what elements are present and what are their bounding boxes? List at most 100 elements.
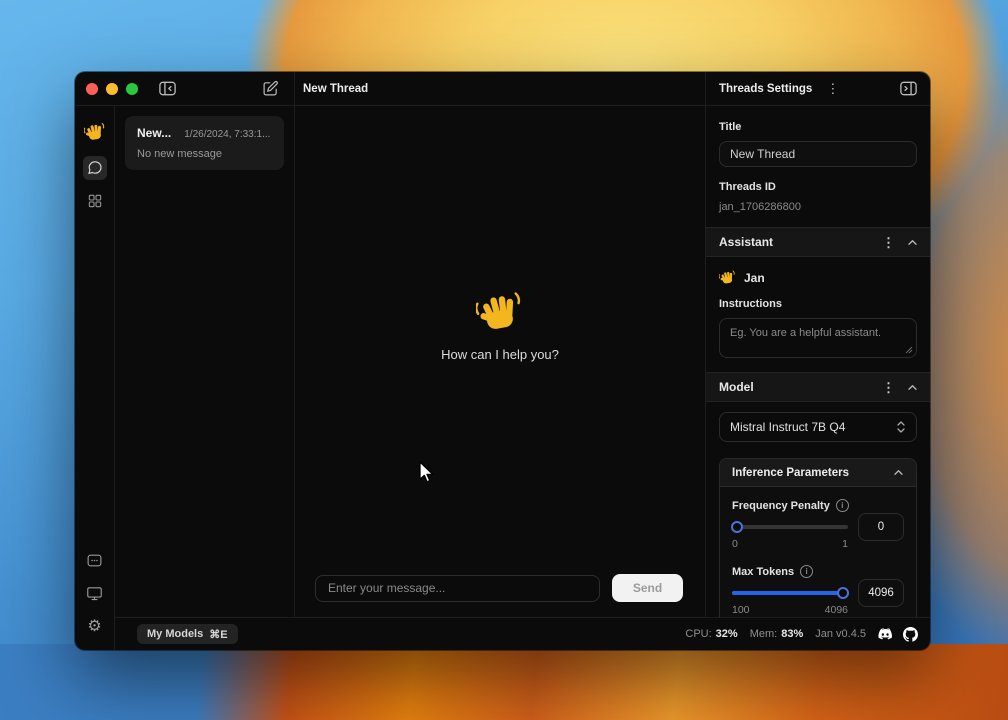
assistant-wave-icon — [719, 269, 736, 286]
collapse-right-panel-button[interactable] — [899, 79, 918, 98]
my-models-label: My Models — [147, 628, 203, 640]
content-row: New... 1/26/2024, 7:33:1... No new messa… — [115, 106, 930, 617]
jan-app-window: New Thread Threads Settings ⋮ — [75, 72, 930, 650]
apps-grid-icon — [87, 193, 103, 209]
cpu-value: 32% — [716, 628, 738, 640]
inference-parameters-header[interactable]: Inference Parameters — [720, 459, 916, 487]
message-dots-icon — [86, 552, 103, 569]
assistant-collapse-button[interactable] — [907, 239, 918, 246]
assistant-name: Jan — [744, 271, 765, 285]
instructions-textarea[interactable] — [719, 318, 917, 358]
model-select[interactable]: Mistral Instruct 7B Q4 — [719, 412, 917, 442]
discord-link[interactable] — [876, 628, 893, 641]
assistant-section-title: Assistant — [719, 235, 773, 249]
threads-list: New... 1/26/2024, 7:33:1... No new messa… — [115, 106, 295, 617]
threads-settings-title: Threads Settings — [719, 83, 812, 95]
thread-list-item[interactable]: New... 1/26/2024, 7:33:1... No new messa… — [125, 116, 284, 170]
slider-max: 4096 — [825, 604, 848, 616]
my-models-button[interactable]: My Models ⌘E — [137, 624, 238, 644]
info-icon[interactable]: i — [800, 565, 813, 578]
slider-min: 100 — [732, 604, 750, 616]
traffic-zoom-button[interactable] — [126, 83, 138, 95]
slider-max: 1 — [842, 538, 848, 550]
jan-logo-wave-icon[interactable] — [83, 120, 107, 144]
compose-bar: Send — [315, 574, 683, 602]
monitor-icon — [86, 585, 103, 602]
frequency-penalty-label: Frequency Penalty — [732, 500, 830, 512]
chevron-up-icon — [893, 469, 904, 476]
inference-parameters-card: Inference Parameters Frequency Penalty i — [719, 458, 917, 617]
send-button[interactable]: Send — [612, 574, 683, 602]
new-thread-button[interactable] — [262, 80, 279, 97]
discord-icon — [876, 628, 893, 641]
threads-settings-panel: Title Threads ID jan_1706286800 Assistan… — [705, 106, 930, 617]
info-icon[interactable]: i — [836, 499, 849, 512]
chevron-up-icon — [907, 239, 918, 246]
greeting-text: How can I help you? — [295, 347, 705, 362]
rail-item-threads[interactable] — [83, 156, 107, 180]
github-link[interactable] — [903, 627, 918, 642]
slider-thumb[interactable] — [837, 587, 849, 599]
resize-grip-icon[interactable] — [905, 346, 913, 354]
rail-item-hub[interactable] — [83, 189, 107, 213]
titlebar-main-section: New Thread — [295, 72, 705, 105]
system-stats: CPU: 32% Mem: 83% Jan v0.4.5 — [685, 627, 918, 642]
assistant-section-header[interactable]: Assistant ⋮ — [706, 227, 930, 257]
mem-value: 83% — [781, 628, 803, 640]
chat-bubble-icon — [87, 160, 103, 176]
my-models-shortcut: ⌘E — [209, 628, 227, 641]
titlebar-settings-section: Threads Settings ⋮ — [705, 72, 930, 105]
thread-item-preview: No new message — [137, 148, 272, 160]
traffic-close-button[interactable] — [86, 83, 98, 95]
mem-label: Mem: — [750, 628, 778, 640]
slider-thumb[interactable] — [731, 521, 743, 533]
rail-item-quick-ask[interactable] — [83, 548, 107, 572]
panel-right-icon — [899, 79, 918, 98]
gear-icon: ⚙ — [87, 616, 101, 636]
traffic-minimize-button[interactable] — [106, 83, 118, 95]
frequency-penalty-slider[interactable] — [732, 521, 848, 533]
thread-item-timestamp: 1/26/2024, 7:33:1... — [184, 129, 270, 140]
model-collapse-button[interactable] — [907, 384, 918, 391]
model-section-title: Model — [719, 380, 754, 394]
threads-settings-menu-button[interactable]: ⋮ — [826, 82, 839, 95]
message-input[interactable] — [315, 575, 600, 602]
window-body: ⚙ New... 1/26/2024, 7:33:1... No new mes… — [75, 106, 930, 650]
wallpaper-bottom-orange — [0, 644, 1008, 720]
assistant-menu-button[interactable]: ⋮ — [882, 236, 895, 249]
inference-parameters-title: Inference Parameters — [732, 467, 849, 479]
inference-parameters-body: Frequency Penalty i — [720, 487, 916, 617]
thread-item-title: New... — [137, 126, 171, 140]
max-tokens-value[interactable]: 4096 — [858, 579, 904, 607]
model-menu-button[interactable]: ⋮ — [882, 381, 895, 394]
collapse-left-panel-button[interactable] — [158, 79, 177, 98]
select-updown-icon — [896, 420, 906, 434]
titlebar-left-section — [75, 72, 295, 105]
panel-left-icon — [158, 79, 177, 98]
titlebar: New Thread Threads Settings ⋮ — [75, 72, 930, 106]
left-rail: ⚙ — [75, 106, 115, 650]
instructions-wrap — [719, 318, 917, 358]
waving-hand-icon — [476, 288, 524, 336]
chevron-up-icon — [907, 384, 918, 391]
rail-item-settings[interactable]: ⚙ — [83, 614, 107, 638]
app-version: Jan v0.4.5 — [815, 628, 866, 640]
model-section-header[interactable]: Model ⋮ — [706, 372, 930, 402]
status-bar: My Models ⌘E CPU: 32% Mem: 83% Jan v0.4.… — [115, 617, 930, 650]
instructions-label: Instructions — [719, 298, 917, 310]
rail-item-system-monitor[interactable] — [83, 581, 107, 605]
param-frequency-penalty: Frequency Penalty i — [732, 499, 904, 550]
github-icon — [903, 627, 918, 642]
thread-title-input[interactable] — [719, 141, 917, 167]
frequency-penalty-value[interactable]: 0 — [858, 513, 904, 541]
cpu-label: CPU: — [685, 628, 711, 640]
max-tokens-slider[interactable] — [732, 587, 848, 599]
thread-title: New Thread — [303, 83, 368, 95]
slider-min: 0 — [732, 538, 738, 550]
compose-pencil-icon — [262, 80, 279, 97]
title-field-label: Title — [719, 121, 917, 133]
assistant-identity: Jan — [719, 269, 917, 286]
threads-id-value: jan_1706286800 — [719, 201, 917, 213]
chat-main-area: How can I help you? Send — [295, 106, 705, 617]
param-max-tokens: Max Tokens i — [732, 565, 904, 616]
